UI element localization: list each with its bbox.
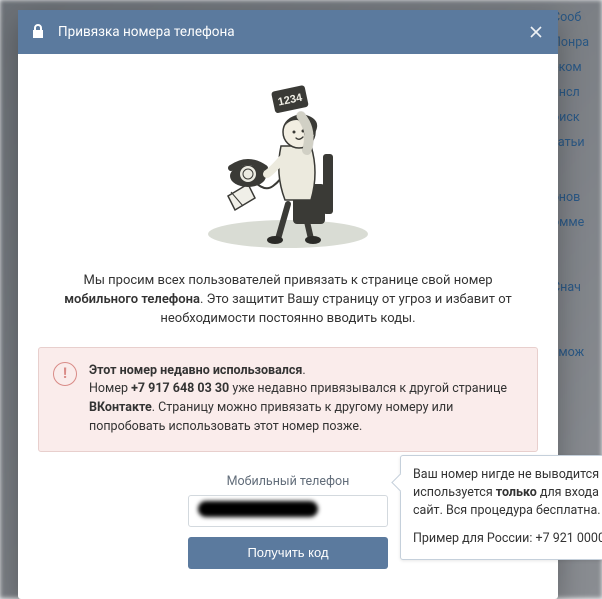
phone-label: Мобильный телефон: [227, 474, 350, 489]
warning-title: Этот номер недавно использовался: [89, 363, 302, 378]
lock-icon: [32, 24, 46, 40]
illustration-woman-phone: 1234: [193, 74, 383, 254]
modal-title: Привязка номера телефона: [58, 24, 235, 40]
phone-hint-tooltip: Ваш номер нигде не выводится используетс…: [400, 455, 602, 560]
warning-icon: !: [53, 362, 77, 386]
redacted-phone-value: [198, 501, 318, 517]
modal-header: Привязка номера телефона: [18, 10, 558, 54]
warning-box: ! Этот номер недавно использовался. Номе…: [38, 347, 538, 452]
close-button[interactable]: [524, 20, 548, 44]
intro-text: Мы просим всех пользователей привязать к…: [38, 272, 538, 347]
get-code-button[interactable]: Получить код: [188, 537, 388, 569]
